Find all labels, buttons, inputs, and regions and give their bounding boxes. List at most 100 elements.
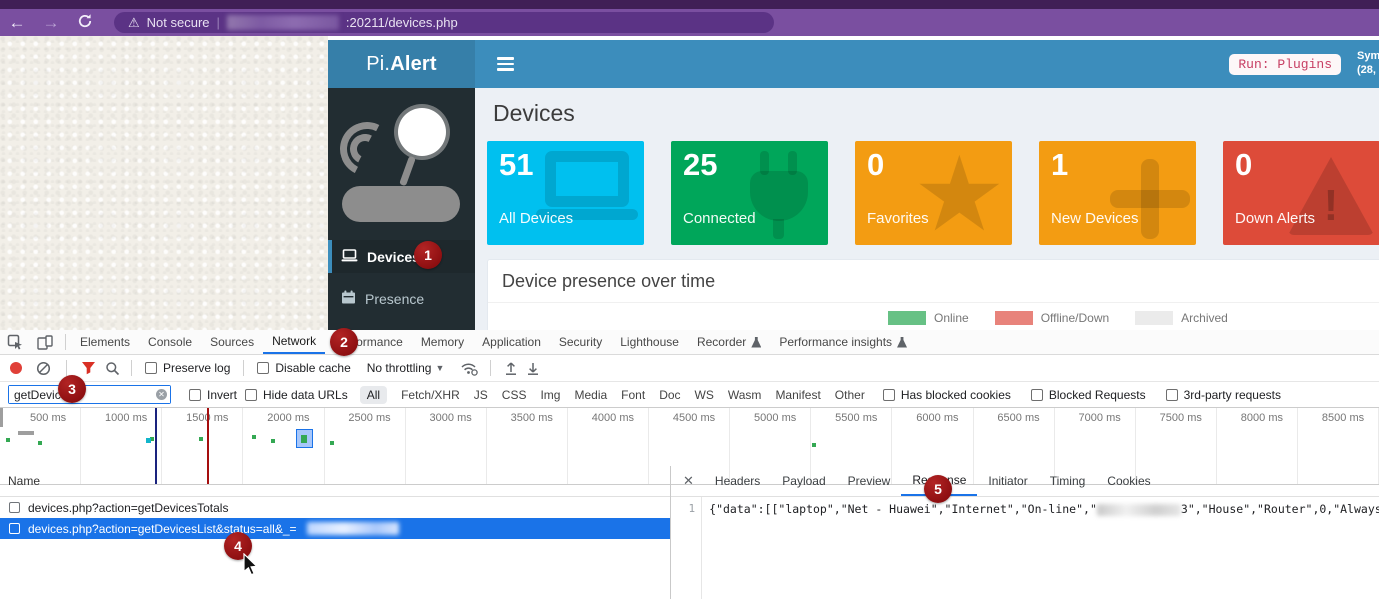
presence-panel-title: Device presence over time: [488, 260, 1379, 303]
stat-cards-row: 51All Devices 25Connected ★0Favorites 1New …: [487, 141, 1379, 245]
response-tab-headers[interactable]: Headers: [704, 466, 771, 496]
request-row[interactable]: devices.php?action=getDevicesList&status…: [0, 518, 670, 539]
response-tab-cookies[interactable]: Cookies: [1096, 466, 1161, 496]
devtools-tab-label: Recorder: [697, 335, 746, 349]
filter-checkbox-has-blocked-cookies[interactable]: Has blocked cookies: [883, 388, 1011, 402]
not-secure-warning-icon[interactable]: ⚠: [128, 15, 140, 31]
filter-checkbox-label: Has blocked cookies: [901, 388, 1011, 402]
record-button[interactable]: [10, 362, 22, 374]
filter-button[interactable]: [81, 361, 96, 375]
presence-panel: Device presence over time Online Offline/…: [487, 259, 1379, 330]
back-button[interactable]: ←: [0, 14, 34, 31]
device-toolbar-icon: [37, 335, 53, 350]
filter-type-ws[interactable]: WS: [695, 388, 714, 402]
mouse-cursor: [243, 553, 260, 578]
devtools-tab-label: Sources: [210, 335, 254, 349]
network-conditions-icon[interactable]: [460, 361, 479, 376]
response-tab-initiator[interactable]: Initiator: [977, 466, 1038, 496]
request-checkbox[interactable]: [9, 523, 20, 534]
filter-type-doc[interactable]: Doc: [659, 388, 680, 402]
devtools-tab-console[interactable]: Console: [139, 330, 201, 354]
hide-data-urls-checkbox[interactable]: Hide data URLs: [245, 388, 348, 402]
filter-checkbox-3rd-party-requests[interactable]: 3rd-party requests: [1166, 388, 1281, 402]
filter-type-all[interactable]: All: [360, 386, 387, 404]
request-list-header[interactable]: Name: [0, 466, 670, 497]
devtools-tab-application[interactable]: Application: [473, 330, 550, 354]
checkbox-icon: [257, 362, 269, 374]
filter-input[interactable]: [9, 386, 170, 403]
export-har-icon[interactable]: [526, 361, 540, 376]
stat-card-label: New Devices: [1051, 210, 1139, 227]
reload-button[interactable]: [68, 13, 102, 32]
legend-label: Offline/Down: [1041, 311, 1109, 325]
filter-type-img[interactable]: Img: [540, 388, 560, 402]
run-plugins-button[interactable]: Run: Plugins: [1229, 54, 1341, 75]
filter-checkbox-label: 3rd-party requests: [1184, 388, 1281, 402]
devtools-tab-recorder[interactable]: Recorder: [688, 330, 770, 354]
filter-clear-icon[interactable]: ✕: [156, 389, 167, 400]
preserve-log-checkbox[interactable]: Preserve log: [145, 361, 230, 375]
filter-checkbox-blocked-requests[interactable]: Blocked Requests: [1031, 388, 1146, 402]
throttling-caret-icon[interactable]: ▼: [435, 363, 444, 373]
filter-type-wasm[interactable]: Wasm: [728, 388, 762, 402]
disable-cache-checkbox[interactable]: Disable cache: [257, 361, 350, 375]
stat-card-new-devices[interactable]: 1New Devices: [1039, 141, 1196, 245]
not-secure-label[interactable]: Not secure: [147, 15, 210, 30]
response-tab-payload[interactable]: Payload: [771, 466, 836, 496]
response-pane: ✕ HeadersPayloadPreviewResponseInitiator…: [671, 466, 1379, 599]
filter-type-fetch-xhr[interactable]: Fetch/XHR: [401, 388, 460, 402]
devtools-tab-elements[interactable]: Elements: [71, 330, 139, 354]
request-rows: devices.php?action=getDevicesTotalsdevic…: [0, 497, 670, 539]
checkbox-icon: [1031, 389, 1043, 401]
stat-card-down-alerts[interactable]: !0Down Alerts: [1223, 141, 1379, 245]
response-json[interactable]: {"data":[["laptop","Net - Huawei","Inter…: [702, 497, 1379, 599]
header-right: Run: Plugins Sym(28,: [1229, 40, 1379, 88]
stat-card-favorites[interactable]: ★0Favorites: [855, 141, 1012, 245]
request-checkbox[interactable]: [9, 502, 20, 513]
devtools-tab-label: Console: [148, 335, 192, 349]
url-path: :20211/devices.php: [346, 15, 458, 30]
invert-checkbox[interactable]: Invert: [189, 388, 237, 402]
filter-type-media[interactable]: Media: [574, 388, 607, 402]
import-har-icon[interactable]: [504, 361, 518, 376]
filter-type-css[interactable]: CSS: [502, 388, 527, 402]
legend-label: Online: [934, 311, 969, 325]
json-suffix: 3","House","Router",0,"Always on: [1181, 502, 1379, 516]
filter-type-font[interactable]: Font: [621, 388, 645, 402]
hamburger-menu-icon[interactable]: [497, 57, 514, 88]
stat-card-connected[interactable]: 25Connected: [671, 141, 828, 245]
filter-type-other[interactable]: Other: [835, 388, 865, 402]
app-logo[interactable]: Pi.Alert: [328, 40, 475, 88]
clear-button[interactable]: [36, 361, 51, 376]
inspect-element-button[interactable]: [0, 330, 30, 354]
devtools-panel: Elements Console Sources Network Performance…: [0, 330, 1379, 599]
stat-card-all-devices[interactable]: 51All Devices: [487, 141, 644, 245]
response-tab-preview[interactable]: Preview: [837, 466, 902, 496]
checkbox-icon: [245, 389, 257, 401]
sidebar-item-devices[interactable]: Devices: [328, 240, 475, 273]
filter-input-wrap: ✕: [8, 385, 171, 404]
filter-type-js[interactable]: JS: [474, 388, 488, 402]
address-bar[interactable]: ⚠ Not secure | :20211/devices.php: [114, 12, 774, 33]
close-panel-icon[interactable]: ✕: [671, 466, 704, 496]
page-title: Devices: [493, 100, 1379, 127]
search-button[interactable]: [105, 361, 120, 376]
sidebar-item-presence[interactable]: Presence: [328, 282, 475, 315]
forward-button[interactable]: →: [34, 14, 68, 31]
device-toolbar-button[interactable]: [30, 330, 60, 354]
devtools-tab-performance-insights[interactable]: Performance insights: [770, 330, 916, 354]
request-row[interactable]: devices.php?action=getDevicesTotals: [0, 497, 670, 518]
stat-card-label: All Devices: [499, 210, 573, 227]
devtools-tab-lighthouse[interactable]: Lighthouse: [611, 330, 688, 354]
filter-type-manifest[interactable]: Manifest: [775, 388, 820, 402]
devtools-tab-network[interactable]: Network: [263, 330, 325, 354]
request-list-pane: Name devices.php?action=getDevicesTotals…: [0, 466, 671, 599]
devtools-tab-memory[interactable]: Memory: [412, 330, 473, 354]
throttling-select[interactable]: No throttling: [367, 361, 432, 375]
devtools-tab-security[interactable]: Security: [550, 330, 611, 354]
browser-chrome: ← → ⚠ Not secure | :20211/devices.php: [0, 0, 1379, 36]
devtools-tab-sources[interactable]: Sources: [201, 330, 263, 354]
response-tab-timing[interactable]: Timing: [1039, 466, 1097, 496]
network-filterbar: ✕ Invert Hide data URLs All Fetch/XHR JS CS…: [0, 382, 1379, 408]
json-prefix: {"data":[["laptop","Net - Huawei","Inter…: [709, 502, 1097, 516]
